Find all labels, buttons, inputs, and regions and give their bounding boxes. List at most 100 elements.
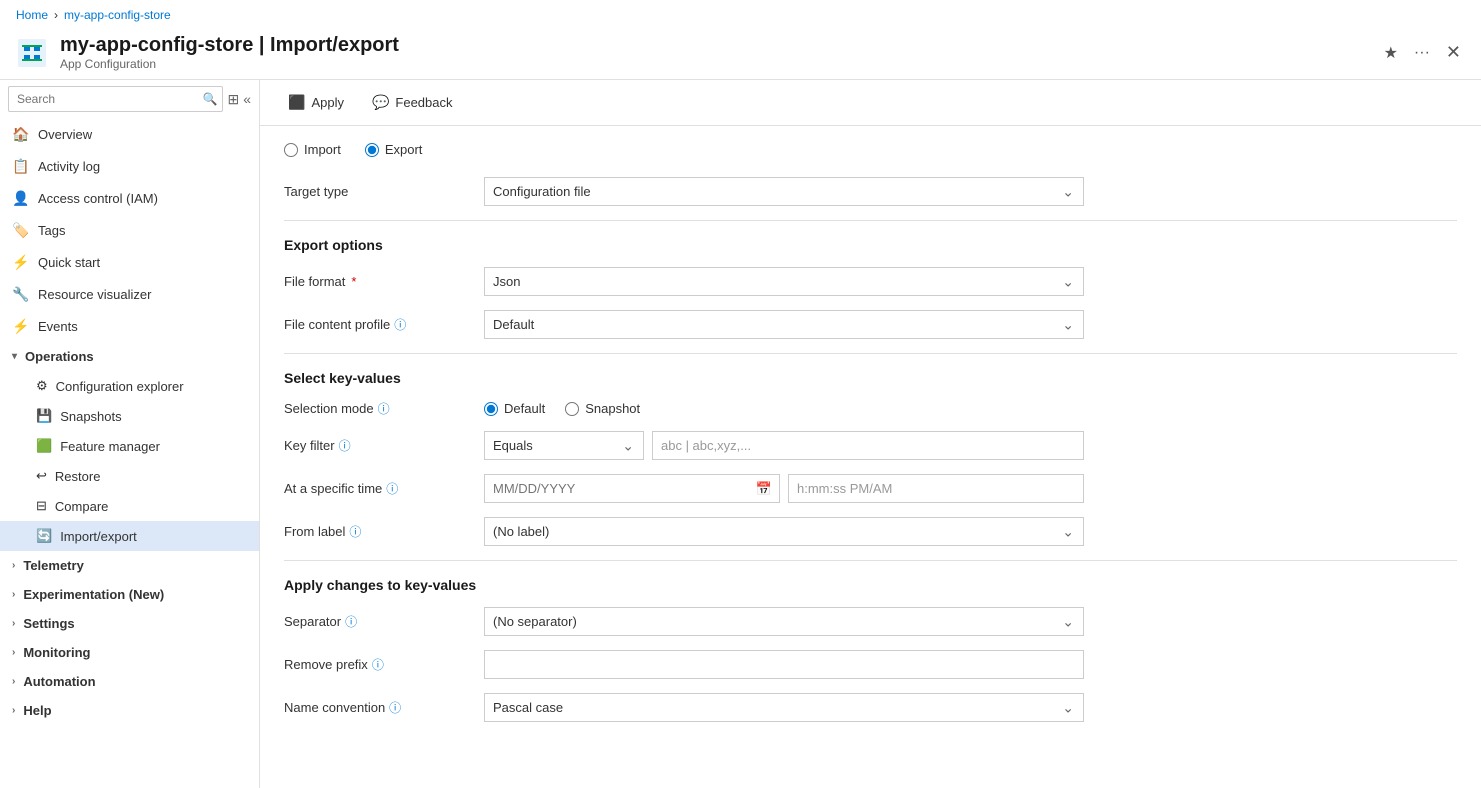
import-export-icon: 🔄 — [36, 528, 52, 544]
sidebar-section-automation[interactable]: › Automation — [0, 667, 259, 696]
name-convention-row: Name convention ⓘ Pascal case Camel case… — [284, 693, 1457, 722]
filter-button[interactable]: ⊞ — [227, 91, 239, 108]
header-actions: ★ ··· ✕ — [1380, 38, 1465, 67]
sidebar-section-help[interactable]: › Help — [0, 696, 259, 725]
form-area: Import Export Target type Configuration … — [260, 126, 1481, 752]
sidebar-item-quick-start[interactable]: ⚡ Quick start — [0, 246, 259, 278]
page-header: my-app-config-store | Import/export App … — [0, 30, 1481, 80]
default-selection-label[interactable]: Default — [484, 401, 545, 416]
search-icon: 🔍 — [203, 92, 218, 106]
remove-prefix-input[interactable] — [484, 650, 1084, 679]
apply-button[interactable]: ⬛ Apply — [276, 88, 356, 117]
export-radio-label[interactable]: Export — [365, 142, 423, 157]
file-format-select-wrap: Json Yaml Properties — [484, 267, 1084, 296]
toolbar: ⬛ Apply 💬 Feedback — [260, 80, 1481, 126]
export-options-title: Export options — [284, 237, 1457, 253]
sidebar-item-restore[interactable]: ↩ Restore — [0, 461, 259, 491]
collapse-sidebar-button[interactable]: « — [243, 91, 251, 107]
sidebar-item-tags[interactable]: 🏷️ Tags — [0, 214, 259, 246]
sidebar-item-activity-log[interactable]: 📋 Activity log — [0, 150, 259, 182]
sidebar-section-telemetry[interactable]: › Telemetry — [0, 551, 259, 580]
import-radio[interactable] — [284, 143, 298, 157]
key-filter-operator-select[interactable]: Equals Starts with Contains — [484, 431, 644, 460]
search-input[interactable] — [8, 86, 223, 112]
access-control-icon: 👤 — [12, 189, 30, 207]
sidebar-item-import-export[interactable]: 🔄 Import/export — [0, 521, 259, 551]
import-radio-label[interactable]: Import — [284, 142, 341, 157]
snapshot-selection-label[interactable]: Snapshot — [565, 401, 640, 416]
from-label-select[interactable]: (No label) dev prod — [484, 517, 1084, 546]
export-radio[interactable] — [365, 143, 379, 157]
sidebar-section-settings[interactable]: › Settings — [0, 609, 259, 638]
monitoring-chevron: › — [12, 647, 15, 658]
date-input-wrap: 📅 — [484, 474, 780, 503]
file-format-required: * — [351, 274, 356, 289]
file-content-profile-select[interactable]: Default KVSet — [484, 310, 1084, 339]
compare-icon: ⊟ — [36, 498, 47, 514]
key-filter-row: Key filter ⓘ Equals Starts with Contains — [284, 431, 1457, 460]
date-time-controls: 📅 — [484, 474, 1084, 503]
name-convention-info-icon[interactable]: ⓘ — [389, 699, 401, 716]
favorite-button[interactable]: ★ — [1380, 39, 1402, 67]
sidebar-item-compare[interactable]: ⊟ Compare — [0, 491, 259, 521]
sidebar-item-access-control[interactable]: 👤 Access control (IAM) — [0, 182, 259, 214]
sidebar-item-resource-visualizer[interactable]: 🔧 Resource visualizer — [0, 278, 259, 310]
sidebar-section-operations[interactable]: ▾ Operations — [0, 342, 259, 371]
default-selection-radio[interactable] — [484, 402, 498, 416]
snapshots-icon: 💾 — [36, 408, 52, 424]
page-title: my-app-config-store | Import/export — [60, 34, 1368, 57]
time-input[interactable] — [788, 474, 1084, 503]
close-button[interactable]: ✕ — [1442, 38, 1465, 67]
sidebar-item-feature-manager[interactable]: 🟩 Feature manager — [0, 431, 259, 461]
sidebar-item-overview[interactable]: 🏠 Overview — [0, 118, 259, 150]
divider-3 — [284, 560, 1457, 561]
file-format-select[interactable]: Json Yaml Properties — [484, 267, 1084, 296]
settings-chevron: › — [12, 618, 15, 629]
breadcrumb-resource[interactable]: my-app-config-store — [64, 8, 171, 22]
key-filter-label: Key filter ⓘ — [284, 437, 484, 454]
file-content-profile-info-icon[interactable]: ⓘ — [394, 316, 406, 333]
select-key-values-title: Select key-values — [284, 370, 1457, 386]
app-config-icon — [16, 37, 48, 69]
telemetry-chevron: › — [12, 560, 15, 571]
remove-prefix-info-icon[interactable]: ⓘ — [372, 656, 384, 673]
remove-prefix-input-wrap — [484, 650, 1084, 679]
date-input[interactable] — [484, 474, 780, 503]
key-filter-value-input[interactable] — [652, 431, 1084, 460]
remove-prefix-label: Remove prefix ⓘ — [284, 656, 484, 673]
feedback-button[interactable]: 💬 Feedback — [360, 88, 465, 117]
selection-mode-row: Selection mode ⓘ Default Snapshot — [284, 400, 1457, 417]
file-content-profile-select-wrap: Default KVSet — [484, 310, 1084, 339]
automation-chevron: › — [12, 676, 15, 687]
overview-icon: 🏠 — [12, 125, 30, 143]
activity-log-icon: 📋 — [12, 157, 30, 175]
config-explorer-icon: ⚙ — [36, 378, 48, 394]
selection-mode-info-icon[interactable]: ⓘ — [378, 400, 390, 417]
sidebar-item-snapshots[interactable]: 💾 Snapshots — [0, 401, 259, 431]
separator-info-icon[interactable]: ⓘ — [345, 613, 357, 630]
breadcrumb-home[interactable]: Home — [16, 8, 48, 22]
target-type-row: Target type Configuration file App Servi… — [284, 177, 1457, 206]
target-type-select[interactable]: Configuration file App Service Azure Kub… — [484, 177, 1084, 206]
sidebar-item-events[interactable]: ⚡ Events — [0, 310, 259, 342]
snapshot-selection-radio[interactable] — [565, 402, 579, 416]
restore-icon: ↩ — [36, 468, 47, 484]
sidebar-item-config-explorer[interactable]: ⚙ Configuration explorer — [0, 371, 259, 401]
more-options-button[interactable]: ··· — [1410, 40, 1434, 66]
file-content-profile-row: File content profile ⓘ Default KVSet — [284, 310, 1457, 339]
remove-prefix-row: Remove prefix ⓘ — [284, 650, 1457, 679]
key-filter-info-icon[interactable]: ⓘ — [339, 437, 351, 454]
from-label-info-icon[interactable]: ⓘ — [349, 523, 361, 540]
resource-visualizer-icon: 🔧 — [12, 285, 30, 303]
separator-select[interactable]: (No separator) . / : ; — [484, 607, 1084, 636]
at-specific-time-row: At a specific time ⓘ 📅 — [284, 474, 1457, 503]
sidebar-section-experimentation[interactable]: › Experimentation (New) — [0, 580, 259, 609]
selection-mode-radio-group: Default Snapshot — [484, 401, 1084, 416]
experimentation-chevron: › — [12, 589, 15, 600]
divider-1 — [284, 220, 1457, 221]
main-container: 🔍 ⊞ « 🏠 Overview 📋 Activity log 👤 Access… — [0, 80, 1481, 788]
name-convention-select[interactable]: Pascal case Camel case Upper case snake … — [484, 693, 1084, 722]
from-label-row: From label ⓘ (No label) dev prod — [284, 517, 1457, 546]
at-specific-time-info-icon[interactable]: ⓘ — [386, 480, 398, 497]
sidebar-section-monitoring[interactable]: › Monitoring — [0, 638, 259, 667]
